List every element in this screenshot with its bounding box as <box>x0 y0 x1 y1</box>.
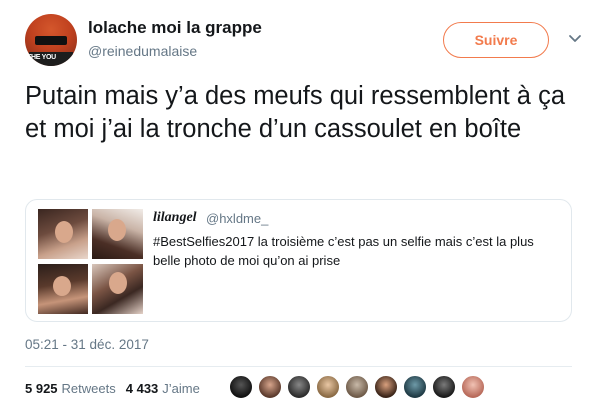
avatar[interactable]: THE YOU <box>25 14 77 66</box>
quoted-user-name[interactable]: lilangel <box>153 210 197 226</box>
user-handle[interactable]: @reinedumalaise <box>88 43 197 59</box>
likes-label[interactable]: J’aime <box>162 381 200 396</box>
liker-avatar[interactable] <box>229 375 253 399</box>
quoted-photo-3[interactable] <box>38 264 88 314</box>
quoted-photo-2[interactable] <box>92 209 143 259</box>
liker-avatar[interactable] <box>258 375 282 399</box>
retweets-label[interactable]: Retweets <box>62 381 116 396</box>
tweet-timestamp[interactable]: 05:21 - 31 déc. 2017 <box>25 337 149 352</box>
chevron-down-icon[interactable] <box>568 32 582 46</box>
liker-avatar[interactable] <box>374 375 398 399</box>
liker-avatars[interactable] <box>229 375 490 399</box>
liker-avatar[interactable] <box>345 375 369 399</box>
quoted-media-grid[interactable] <box>38 209 143 314</box>
liker-avatar[interactable] <box>316 375 340 399</box>
follow-button[interactable]: Suivre <box>443 22 549 58</box>
quoted-tweet[interactable]: lilangel @hxldme_ #BestSelfies2017 la tr… <box>25 199 572 322</box>
liker-avatar[interactable] <box>403 375 427 399</box>
quoted-text: #BestSelfies2017 la troisième c’est pas … <box>153 234 534 268</box>
liker-avatar[interactable] <box>461 375 485 399</box>
quoted-photo-4[interactable] <box>92 264 143 314</box>
quoted-user-handle[interactable]: @hxldme_ <box>206 211 268 226</box>
quoted-photo-1[interactable] <box>38 209 88 259</box>
likes-count[interactable]: 4 433 <box>126 381 159 396</box>
avatar-shirt-text: THE YOU <box>27 54 56 61</box>
divider <box>25 366 572 367</box>
retweets-count[interactable]: 5 925 <box>25 381 58 396</box>
tweet-stats: 5 925 Retweets 4 433 J’aime <box>25 381 210 396</box>
liker-avatar[interactable] <box>287 375 311 399</box>
tweet-text: Putain mais y’a des meufs qui ressemblen… <box>25 82 566 143</box>
tweet-header: THE YOU lolache moi la grappe @reineduma… <box>0 0 592 72</box>
liker-avatar[interactable] <box>432 375 456 399</box>
user-name[interactable]: lolache moi la grappe <box>88 18 262 38</box>
sunglasses-shape <box>35 36 67 45</box>
